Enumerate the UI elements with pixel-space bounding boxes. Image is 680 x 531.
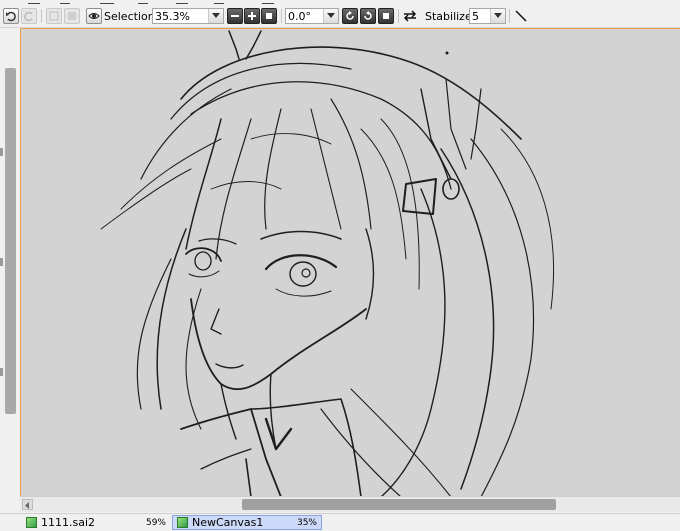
deselect-button[interactable]: [46, 8, 62, 24]
zoom-combo[interactable]: 35.3%: [152, 8, 224, 24]
invert-selection-button[interactable]: [64, 8, 80, 24]
zoom-reset-button[interactable]: [261, 8, 277, 24]
stabilizer-combo[interactable]: 5: [469, 8, 506, 24]
rotate-reset-button[interactable]: [378, 8, 394, 24]
rotate-cw-button[interactable]: [360, 8, 376, 24]
eye-icon: [88, 13, 100, 19]
chevron-down-icon: [208, 9, 223, 23]
panel-edge-marker: [0, 258, 3, 266]
flip-horizontal-button[interactable]: [402, 8, 418, 24]
line-tool-icon: [515, 10, 527, 22]
rotate-ccw-button[interactable]: [342, 8, 358, 24]
sketch-artwork: [100, 30, 554, 496]
scroll-left-button[interactable]: [22, 499, 33, 510]
panel-scrollbar-thumb[interactable]: [5, 68, 16, 414]
document-name: 1111.sai2: [41, 516, 96, 529]
chevron-down-icon: [323, 9, 338, 23]
rotation-combo[interactable]: 0.0°: [285, 8, 339, 24]
document-icon: [26, 517, 37, 528]
flip-horizontal-icon: [403, 10, 417, 22]
zoom-in-icon: [248, 12, 256, 20]
zoom-out-icon: [231, 15, 239, 17]
undo-icon: [6, 11, 16, 22]
toolbar: Selection 35.3% 0.0° Stabilizer 5: [0, 6, 680, 28]
rotate-cw-icon: [364, 11, 372, 20]
horizontal-scrollbar[interactable]: [20, 496, 680, 512]
left-panel-strip: [0, 28, 20, 514]
chevron-left-icon: [25, 502, 29, 509]
zoom-value: 35.3%: [155, 9, 190, 23]
undo-button[interactable]: [3, 8, 19, 24]
document-zoom: 35%: [296, 517, 317, 528]
zoom-in-button[interactable]: [244, 8, 260, 24]
zoom-reset-icon: [266, 13, 272, 19]
rotate-ccw-icon: [346, 11, 354, 20]
chevron-down-icon: [490, 9, 505, 23]
document-tab-newcanvas1[interactable]: NewCanvas1 35%: [172, 515, 322, 530]
document-zoom: 59%: [145, 517, 166, 528]
redo-button[interactable]: [21, 8, 37, 24]
rotation-value: 0.0°: [288, 9, 311, 23]
invert-icon: [68, 12, 76, 20]
selection-label: Selection: [104, 9, 155, 23]
zoom-out-button[interactable]: [227, 8, 243, 24]
deselect-icon: [49, 11, 59, 21]
document-tab-1111[interactable]: 1111.sai2 59%: [22, 515, 170, 530]
drawing-canvas[interactable]: [20, 28, 680, 496]
document-icon: [177, 517, 188, 528]
document-tab-bar: 1111.sai2 59% NewCanvas1 35%: [0, 513, 680, 531]
horizontal-scrollbar-thumb[interactable]: [242, 499, 556, 510]
line-tool-button[interactable]: [513, 8, 529, 24]
panel-edge-marker: [0, 368, 3, 376]
stabilizer-value: 5: [472, 9, 479, 23]
redo-icon: [24, 11, 33, 22]
rotate-reset-icon: [383, 13, 389, 19]
panel-edge-marker: [0, 148, 3, 156]
document-name: NewCanvas1: [192, 516, 264, 529]
show-selection-button[interactable]: [86, 8, 102, 24]
